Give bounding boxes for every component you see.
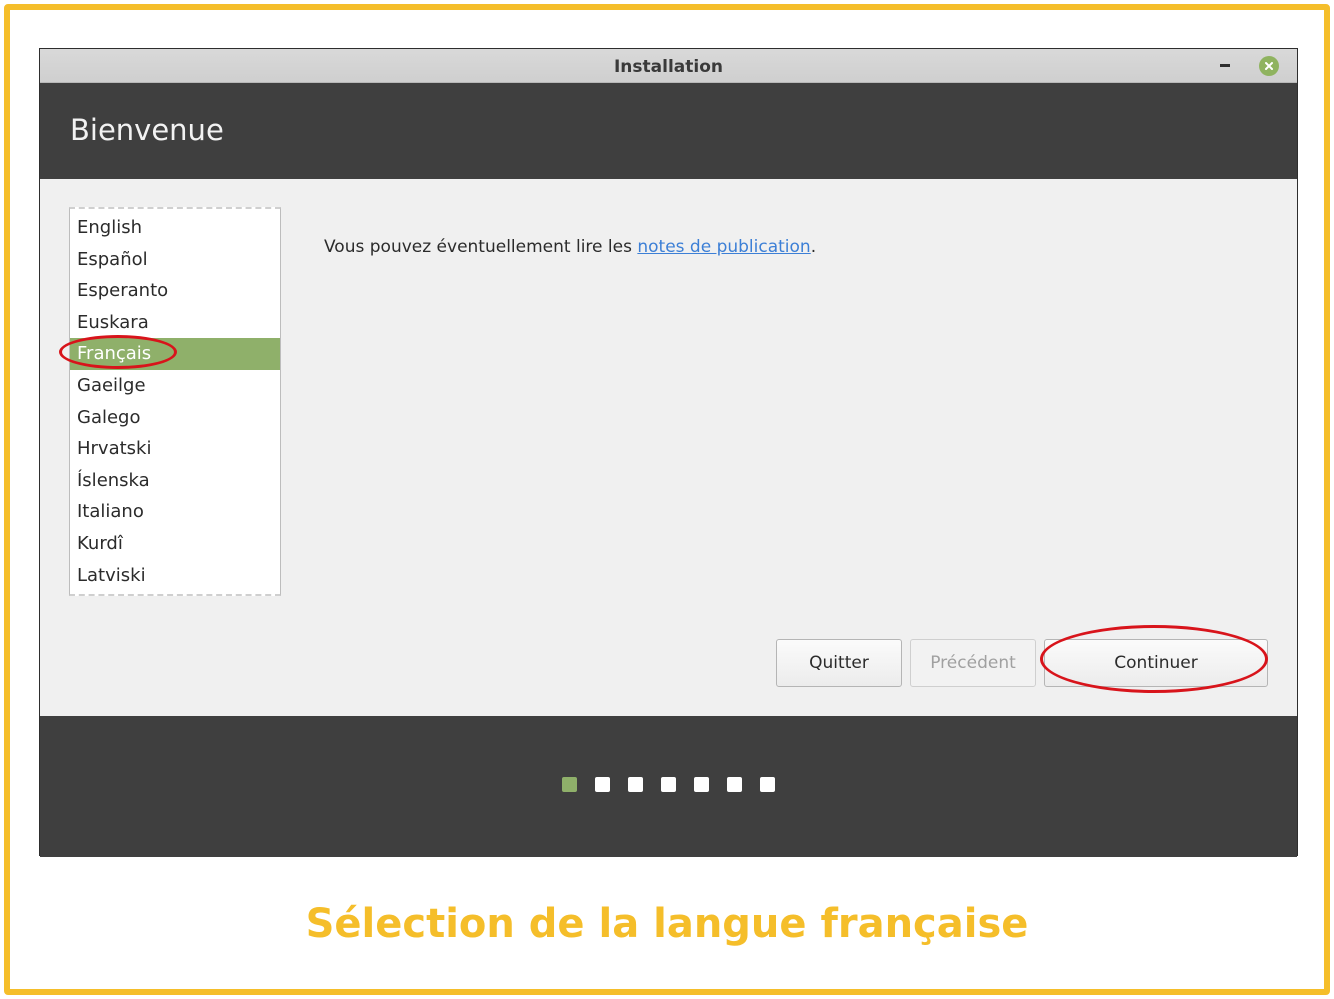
progress-dot xyxy=(694,777,709,792)
installer-window: Installation Bienvenue English Español E… xyxy=(39,48,1298,857)
language-item[interactable]: Italiano xyxy=(70,496,280,528)
page-title: Bienvenue xyxy=(70,113,224,147)
progress-dots xyxy=(40,777,1297,792)
language-item[interactable]: Esperanto xyxy=(70,275,280,307)
language-item[interactable]: Euskara xyxy=(70,307,280,339)
progress-dot xyxy=(628,777,643,792)
language-item[interactable]: Español xyxy=(70,244,280,276)
minimize-icon xyxy=(1220,63,1230,67)
language-item[interactable]: Kurdî xyxy=(70,528,280,560)
title-bar: Installation xyxy=(40,49,1297,83)
progress-dot xyxy=(760,777,775,792)
progress-dot-active xyxy=(562,777,577,792)
language-item[interactable]: Íslenska xyxy=(70,465,280,497)
language-list[interactable]: English Español Esperanto Euskara França… xyxy=(69,207,281,596)
language-item-selected[interactable]: Français xyxy=(70,338,280,370)
close-button[interactable] xyxy=(1259,56,1279,76)
page-header: Bienvenue xyxy=(40,83,1297,179)
progress-dot xyxy=(595,777,610,792)
language-item[interactable]: Latviski xyxy=(70,560,280,592)
language-item[interactable]: Gaeilge xyxy=(70,370,280,402)
language-item[interactable]: Galego xyxy=(70,402,280,434)
content-area: English Español Esperanto Euskara França… xyxy=(40,179,1297,716)
close-icon xyxy=(1265,62,1273,70)
previous-button[interactable]: Précédent xyxy=(910,639,1036,687)
language-item[interactable]: Hrvatski xyxy=(70,433,280,465)
quit-button[interactable]: Quitter xyxy=(776,639,902,687)
progress-dot xyxy=(727,777,742,792)
caption: Sélection de la langue française xyxy=(305,901,1029,947)
release-notes-text: Vous pouvez éventuellement lire les note… xyxy=(324,237,816,257)
continue-button[interactable]: Continuer xyxy=(1044,639,1268,687)
window-title: Installation xyxy=(613,57,723,77)
release-notes-link[interactable]: notes de publication xyxy=(637,237,810,257)
progress-dot xyxy=(661,777,676,792)
release-notes-label: Vous pouvez éventuellement lire les xyxy=(324,237,638,257)
language-item[interactable]: English xyxy=(70,212,280,244)
progress-footer xyxy=(40,716,1297,857)
minimize-button[interactable] xyxy=(1215,55,1235,75)
release-notes-suffix: . xyxy=(810,237,817,257)
